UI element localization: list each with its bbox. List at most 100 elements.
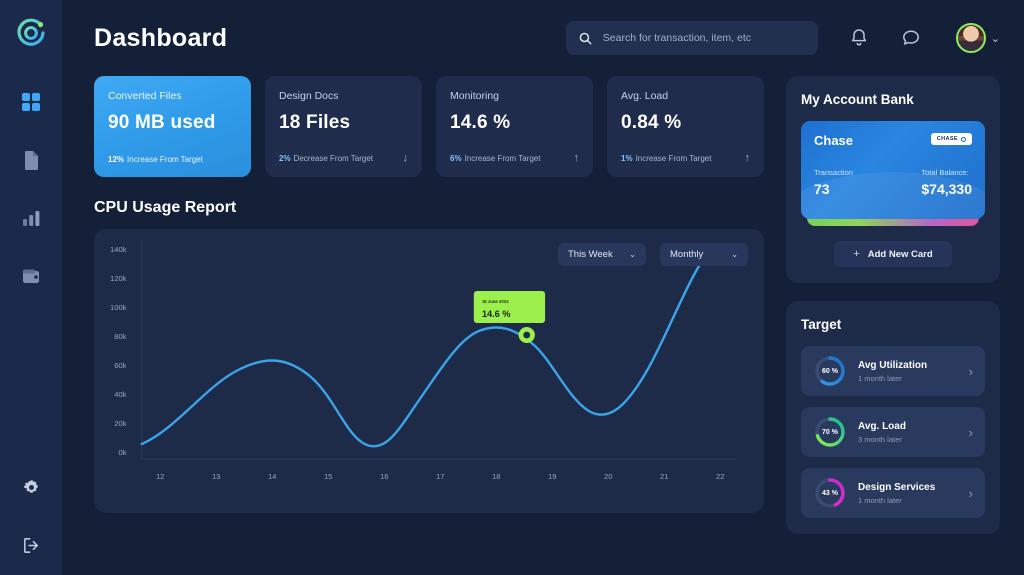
grid-dashboard-icon (20, 91, 42, 113)
svg-text:21: 21 (660, 472, 668, 481)
bar-chart-icon (20, 207, 42, 229)
bank-name: Chase (814, 133, 853, 148)
stat-delta-text: Increase From Target (636, 154, 712, 163)
bank-transaction-block: Transaction 73 (814, 168, 853, 197)
chevron-right-icon[interactable]: › (969, 486, 973, 501)
sidebar-item-documents[interactable] (19, 148, 43, 172)
stat-card-design-docs[interactable]: Design Docs 18 Files 2% Decrease From Ta… (265, 76, 422, 177)
bell-icon (848, 27, 870, 49)
svg-text:16: 16 (380, 472, 388, 481)
avatar[interactable] (956, 23, 986, 53)
target-name: Avg. Load (858, 421, 958, 432)
stat-card-avg-load[interactable]: Avg. Load 0.84 % 1% Increase From Target… (607, 76, 764, 177)
svg-text:12: 12 (156, 472, 164, 481)
left-column: Converted Files 90 MB used 12% Increase … (94, 76, 764, 575)
sidebar-item-dashboard[interactable] (19, 90, 43, 114)
progress-ring-icon: 43 % (813, 476, 847, 510)
brand-logo-icon[interactable] (14, 16, 48, 50)
bank-card-values: Transaction 73 Total Balance: $74,330 (814, 168, 972, 197)
stat-value: 18 Files (279, 112, 408, 134)
chart-tooltip: 18 June 2024 14.6 % (474, 291, 545, 343)
plus-icon: + (853, 248, 859, 260)
svg-text:100k: 100k (110, 303, 127, 312)
ring-percent: 70 % (813, 415, 847, 449)
dropdown-value: Monthly (670, 249, 703, 260)
svg-text:17: 17 (436, 472, 444, 481)
progress-ring-icon: 70 % (813, 415, 847, 449)
messages-button[interactable] (900, 27, 922, 49)
svg-text:140k: 140k (110, 245, 127, 254)
target-text: Avg. Load 3 month later (858, 421, 958, 444)
chase-logo-icon: CHASE (931, 133, 972, 145)
main-area: Dashboard ⌄ (62, 0, 1024, 575)
stat-card-monitoring[interactable]: Monitoring 14.6 % 6% Increase From Targe… (436, 76, 593, 177)
svg-text:13: 13 (212, 472, 220, 481)
file-document-icon (20, 149, 42, 171)
stat-card-converted-files[interactable]: Converted Files 90 MB used 12% Increase … (94, 76, 251, 177)
svg-text:40k: 40k (114, 390, 127, 399)
notification-bell-button[interactable] (848, 27, 870, 49)
stat-label: Avg. Load (621, 90, 750, 102)
bank-balance-block: Total Balance: $74,330 (921, 168, 972, 197)
svg-text:22: 22 (716, 472, 724, 481)
sidebar-bottom-items (19, 475, 43, 557)
chevron-right-icon[interactable]: › (969, 425, 973, 440)
sidebar-item-analytics[interactable] (19, 206, 43, 230)
stat-delta: 6% (450, 154, 462, 163)
sidebar-nav-items (19, 90, 43, 288)
stat-delta: 1% (621, 154, 633, 163)
stat-value: 0.84 % (621, 112, 750, 134)
add-new-card-button[interactable]: + Add New Card (834, 241, 952, 267)
stat-value: 90 MB used (108, 112, 237, 134)
wallet-icon (20, 265, 42, 287)
target-item-design-services[interactable]: 43 % Design Services 1 month later › (801, 468, 985, 518)
top-bar: Dashboard ⌄ (62, 0, 1024, 76)
stat-footer: 1% Increase From Target ↑ (621, 152, 750, 177)
stat-delta: 2% (279, 154, 291, 163)
target-name: Design Services (858, 482, 958, 493)
transaction-value: 73 (814, 181, 853, 197)
target-text: Avg Utilization 1 month later (858, 360, 958, 383)
add-card-label: Add New Card (868, 249, 933, 260)
bank-card-chase[interactable]: Chase CHASE Transaction 73 (801, 121, 985, 219)
stat-delta-text: Decrease From Target (294, 154, 373, 163)
svg-text:20k: 20k (114, 419, 127, 428)
chevron-down-icon: ⌄ (731, 250, 738, 259)
chase-logo-text: CHASE (937, 136, 958, 142)
stat-delta: 12% (108, 155, 124, 164)
sidebar-item-settings[interactable] (19, 475, 43, 499)
balance-label: Total Balance: (921, 168, 972, 177)
svg-text:0k: 0k (119, 448, 127, 457)
search-icon (578, 31, 593, 46)
ring-percent: 60 % (813, 354, 847, 388)
bank-card-header: Chase CHASE (814, 133, 972, 148)
svg-text:19: 19 (548, 472, 556, 481)
sidebar-item-logout[interactable] (19, 533, 43, 557)
chevron-down-icon: ⌄ (991, 32, 1000, 45)
period-dropdown[interactable]: Monthly ⌄ (660, 243, 748, 266)
target-sub: 3 month later (858, 435, 958, 444)
search-bar[interactable] (566, 21, 818, 55)
target-sub: 1 month later (858, 496, 958, 505)
balance-value: $74,330 (921, 181, 972, 197)
search-input[interactable] (603, 32, 806, 44)
chevron-right-icon[interactable]: › (969, 364, 973, 379)
bank-card-wrapper: Chase CHASE Transaction 73 (801, 121, 985, 219)
target-sub: 1 month later (858, 374, 958, 383)
stat-label: Converted Files (108, 90, 237, 102)
week-range-dropdown[interactable]: This Week ⌄ (558, 243, 646, 266)
stat-delta-text: Increase From Target (127, 155, 203, 164)
svg-text:18 June 2024: 18 June 2024 (482, 299, 509, 304)
right-column: My Account Bank Chase CHASE (786, 76, 1000, 575)
chart-canvas: 140k 120k 100k 80k 60k 40k 20k 0k (94, 229, 764, 513)
stat-value: 14.6 % (450, 112, 579, 134)
stat-delta-text: Increase From Target (465, 154, 541, 163)
svg-text:80k: 80k (114, 332, 127, 341)
chat-bubble-icon (900, 27, 922, 49)
sidebar-item-wallet[interactable] (19, 264, 43, 288)
cpu-usage-chart-panel: 140k 120k 100k 80k 60k 40k 20k 0k (94, 229, 764, 513)
target-item-avg-utilization[interactable]: 60 % Avg Utilization 1 month later › (801, 346, 985, 396)
target-title: Target (801, 317, 985, 332)
user-menu[interactable]: ⌄ (956, 23, 1000, 53)
target-item-avg-load[interactable]: 70 % Avg. Load 3 month later › (801, 407, 985, 457)
